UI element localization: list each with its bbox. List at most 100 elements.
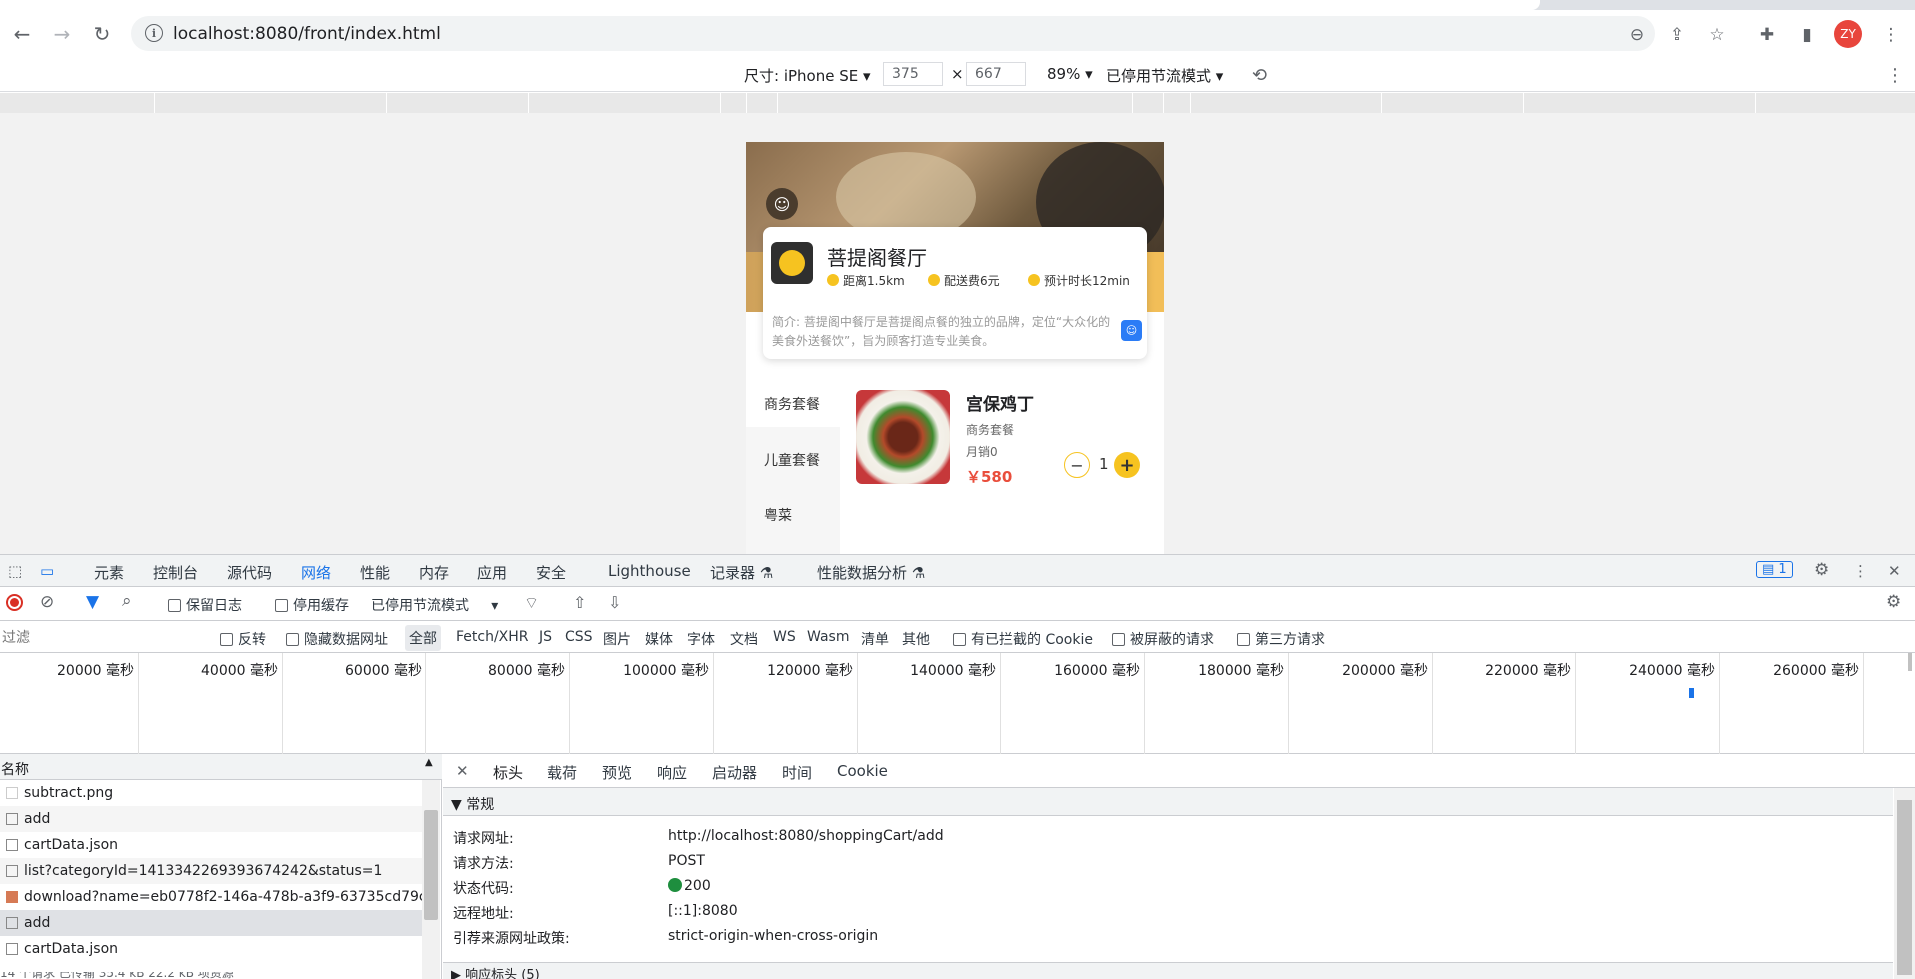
request-row[interactable]: cartData.json [0, 832, 422, 858]
network-overview[interactable]: 20000 毫秒 40000 毫秒 60000 毫秒 80000 毫秒 1000… [0, 653, 1915, 754]
tab-elements[interactable]: 元素 [94, 562, 124, 583]
filter-type[interactable]: 文档 [730, 629, 758, 649]
dish-image[interactable] [856, 390, 950, 484]
avatar[interactable]: ZY [1834, 20, 1862, 48]
reload-icon[interactable]: ↻ [88, 20, 116, 48]
user-icon[interactable]: ☺ [766, 188, 798, 220]
filter-icon[interactable]: ▼ [86, 592, 99, 612]
record-icon[interactable] [6, 594, 23, 611]
tab-timing[interactable]: 时间 [782, 762, 812, 783]
preserve-log-checkbox[interactable]: 保留日志 [168, 595, 242, 615]
filter-type[interactable]: 媒体 [645, 629, 673, 649]
third-party-checkbox[interactable]: 第三方请求 [1237, 629, 1325, 649]
invert-checkbox[interactable]: 反转 [220, 629, 266, 649]
device-select[interactable]: 尺寸: iPhone SE ▾ [744, 65, 871, 86]
category-item[interactable]: 粤菜 [764, 505, 792, 525]
dish-price: ￥580 [966, 468, 1013, 486]
tab-security[interactable]: 安全 [536, 562, 566, 583]
filter-type[interactable]: JS [539, 629, 552, 645]
category-item[interactable]: 儿童套餐 [764, 450, 820, 470]
settings-icon[interactable]: ⚙ [1814, 560, 1829, 580]
disable-cache-checkbox[interactable]: 停用缓存 [275, 595, 349, 615]
back-icon[interactable]: ← [8, 20, 36, 48]
request-row-selected[interactable]: add [0, 910, 422, 936]
issues-badge[interactable]: ▤ 1 [1756, 561, 1793, 578]
close-detail-icon[interactable]: ✕ [456, 762, 469, 780]
blocked-cookies-checkbox[interactable]: 有已拦截的 Cookie [953, 629, 1093, 649]
search-icon[interactable]: ⌕ [122, 591, 132, 611]
close-devtools-icon[interactable]: ✕ [1888, 562, 1901, 580]
chat-icon[interactable]: ☺ [1121, 320, 1142, 341]
decrease-button[interactable]: − [1064, 452, 1090, 478]
request-row[interactable]: cartData.json [0, 936, 422, 962]
general-section-header[interactable]: ▼ 常规 [443, 788, 1893, 816]
hide-data-urls-checkbox[interactable]: 隐藏数据网址 [286, 629, 388, 649]
response-headers-section[interactable]: ▶ 响应标头 (5) [443, 962, 1893, 979]
request-bar [1689, 688, 1694, 698]
tab-lighthouse[interactable]: Lighthouse [608, 562, 691, 580]
forward-icon[interactable]: → [48, 20, 76, 48]
network-settings-icon[interactable]: ⚙ [1886, 592, 1901, 612]
request-row[interactable]: list?categoryId=1413342269393674242&stat… [0, 858, 422, 884]
tab-payload[interactable]: 载荷 [547, 762, 577, 783]
overview-scrollbar[interactable] [1908, 653, 1912, 671]
device-toggle-icon[interactable]: ▭ [40, 562, 54, 580]
filter-type[interactable]: Wasm [807, 629, 849, 645]
mobile-page: ☺ 菩提阁餐厅 距离1.5km 配送费6元 预计时长12min 简介: 菩提阁中… [746, 142, 1164, 554]
tab-strip [0, 0, 1915, 10]
detail-scrollbar[interactable] [1894, 788, 1915, 979]
zoom-select[interactable]: 89% ▾ [1047, 65, 1093, 83]
request-row[interactable]: download?name=eb0778f2-146a-478b-a3f9-63… [0, 884, 422, 910]
tab-initiator[interactable]: 启动器 [712, 762, 757, 783]
filter-type[interactable]: 字体 [687, 629, 715, 649]
device-menu-icon[interactable]: ⋮ [1886, 65, 1904, 86]
request-row[interactable]: add [0, 806, 422, 832]
tab-performance[interactable]: 性能 [360, 562, 390, 583]
request-list-scrollbar[interactable] [422, 780, 440, 979]
blocked-requests-checkbox[interactable]: 被屏蔽的请求 [1112, 629, 1214, 649]
share-icon[interactable]: ⇪ [1666, 24, 1688, 46]
filter-type[interactable]: 清单 [861, 629, 889, 649]
increase-button[interactable]: + [1114, 452, 1140, 478]
inspect-icon[interactable]: ⬚ [8, 562, 22, 580]
filter-type[interactable]: 其他 [902, 629, 930, 649]
bookmark-star-icon[interactable]: ☆ [1706, 24, 1728, 46]
network-conditions-icon[interactable]: ⌔ [524, 593, 539, 613]
tab-cookies[interactable]: Cookie [837, 762, 888, 780]
tab-response[interactable]: 响应 [657, 762, 687, 783]
site-info-icon[interactable]: i [145, 24, 163, 42]
filter-input[interactable] [2, 626, 202, 648]
tab-console[interactable]: 控制台 [153, 562, 198, 583]
zoom-icon[interactable]: ⊖ [1626, 24, 1648, 46]
filter-type[interactable]: WS [773, 629, 796, 645]
filter-type[interactable]: 图片 [603, 629, 631, 649]
tab-recorder[interactable]: 记录器 ⚗ [710, 562, 773, 583]
dish-name[interactable]: 宫保鸡丁 [966, 390, 1034, 415]
url-text[interactable]: localhost:8080/front/index.html [173, 24, 441, 44]
width-input[interactable]: 375 [883, 62, 943, 86]
tab-application[interactable]: 应用 [477, 562, 507, 583]
category-item[interactable]: 商务套餐 [764, 394, 820, 414]
tab-perf-insights[interactable]: 性能数据分析 ⚗ [817, 562, 925, 583]
tab-memory[interactable]: 内存 [419, 562, 449, 583]
request-row[interactable]: subtract.png [0, 780, 422, 806]
throttle-select[interactable]: 已停用节流模式 ▾ [1106, 65, 1223, 86]
clear-icon[interactable]: ⊘ [40, 592, 54, 612]
devtools-menu-icon[interactable]: ⋮ [1853, 562, 1868, 580]
extensions-icon[interactable]: ✚ [1756, 24, 1778, 46]
filter-type[interactable]: Fetch/XHR [456, 629, 529, 645]
filter-type[interactable]: CSS [565, 629, 593, 645]
import-har-icon[interactable]: ⇧ [573, 593, 586, 612]
menu-kebab-icon[interactable]: ⋮ [1880, 24, 1902, 46]
side-panel-icon[interactable]: ▮ [1796, 24, 1818, 46]
devtools-tabbar: ⬚ ▭ 元素 控制台 源代码 网络 性能 内存 应用 安全 Lighthouse… [0, 554, 1915, 592]
height-input[interactable]: 667 [966, 62, 1026, 86]
export-har-icon[interactable]: ⇩ [608, 593, 621, 612]
throttle-dropdown[interactable]: 已停用节流模式 ▾ [371, 595, 498, 615]
name-column-header[interactable]: 名称 ▲ [0, 754, 442, 780]
address-bar[interactable]: i localhost:8080/front/index.html [131, 16, 1655, 51]
filter-all[interactable]: 全部 [405, 625, 441, 651]
rotate-icon[interactable]: ⟲ [1252, 65, 1267, 86]
tab-sources[interactable]: 源代码 [227, 562, 272, 583]
tab-preview[interactable]: 预览 [602, 762, 632, 783]
